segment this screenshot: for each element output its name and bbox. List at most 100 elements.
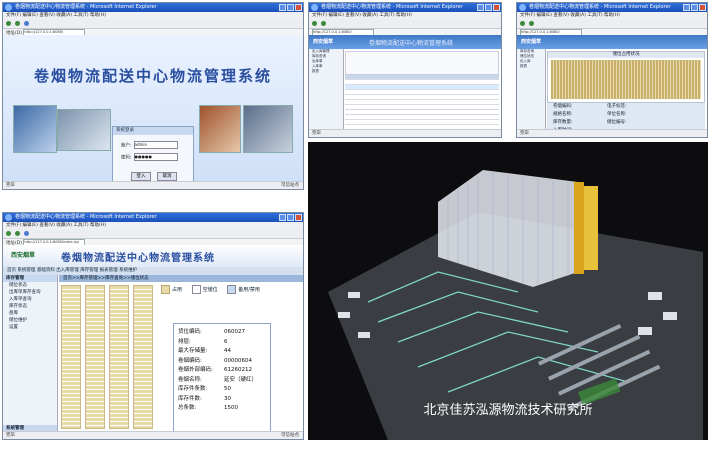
user-label: 账户:: [121, 143, 132, 149]
brand-logo: 西安烟草: [313, 39, 334, 45]
minimize-button[interactable]: [279, 214, 286, 221]
rack-column[interactable]: [61, 285, 81, 429]
warehouse-photo-2: [57, 109, 111, 151]
info-row: 卷烟编码: 电子标签:: [547, 103, 705, 111]
detail-value: 00000604: [224, 357, 252, 364]
forward-icon[interactable]: [15, 231, 20, 236]
info-label: 储位编号:: [607, 120, 627, 125]
maximize-button[interactable]: [485, 4, 492, 11]
info-label: 规格名称:: [553, 112, 573, 117]
menu-bar[interactable]: 文件(F) 编辑(E) 查看(V) 收藏(A) 工具(T) 帮助(H): [3, 12, 303, 19]
user-input[interactable]: admin: [133, 141, 178, 149]
legend-swatch-other: [227, 285, 237, 294]
status-bar: 完毕 可信站点: [3, 431, 303, 439]
maximize-button[interactable]: [287, 4, 294, 11]
info-label: 卷烟编码:: [553, 104, 573, 109]
login-box-title: 系统登录: [113, 127, 193, 135]
cancel-button[interactable]: 取消: [157, 172, 177, 181]
login-page: 卷烟物流配送中心物流管理系统 系统登录 账户: admin 密码: ●●●●● 登入…: [3, 35, 303, 184]
close-button[interactable]: [493, 4, 500, 11]
legend-occupied: 占用: [172, 287, 183, 293]
detail-label: 排层:: [178, 338, 191, 345]
window-title: 卷烟物流配送中心物流管理系统 - Microsoft Internet Expl…: [321, 4, 463, 10]
app-title: 卷烟物流配送中心物流管理系统: [61, 253, 215, 264]
tree-item[interactable]: 库存状态: [3, 303, 57, 310]
nav-tree: 出入库管理 库存查询 出库单 入库单 报表: [309, 49, 344, 130]
data-grid: [345, 75, 499, 125]
window-controls: [279, 214, 302, 221]
tree-item[interactable]: 报表: [517, 64, 545, 69]
minimize-button[interactable]: [683, 4, 690, 11]
brand-logo: 西安烟草: [521, 39, 542, 45]
maximize-button[interactable]: [691, 4, 698, 11]
detail-row: 总条数: 1500: [174, 404, 270, 414]
table-row[interactable]: [345, 120, 499, 125]
legend: 占用 空储位 备用/禁用: [161, 285, 260, 294]
close-button[interactable]: [295, 214, 302, 221]
tree-item[interactable]: 入库单查询: [3, 296, 57, 303]
detail-label: 总条数:: [178, 405, 197, 411]
warehouse-photo-4: [243, 105, 293, 153]
detail-row: 卷烟外部编码: 61260212: [174, 366, 270, 376]
detail-value: 30: [224, 395, 231, 402]
minimize-button[interactable]: [279, 4, 286, 11]
tree-item[interactable]: 报表: [309, 69, 343, 74]
detail-label: 卷烟外部编码:: [178, 367, 213, 373]
detail-value: 延安（硬红）: [224, 376, 258, 383]
detail-row: 库存件数: 30: [174, 395, 270, 405]
detail-value: 060027: [224, 329, 245, 335]
menu-bar[interactable]: 文件(F) 编辑(E) 查看(V) 收藏(A) 工具(T) 帮助(H): [3, 222, 303, 229]
detail-label: 卷烟编码:: [178, 357, 202, 364]
window-titlebar: 卷烟物流配送中心物流管理系统 - Microsoft Internet Expl…: [309, 3, 501, 12]
legend-swatch-occupied: [161, 285, 170, 294]
info-label: 单位名称:: [607, 112, 627, 117]
window-title: 卷烟物流配送中心物流管理系统 - Microsoft Internet Expl…: [15, 214, 157, 220]
tree-item[interactable]: 储位维护: [3, 317, 57, 324]
grid-window: 卷烟物流配送中心物流管理系统 - Microsoft Internet Expl…: [308, 2, 502, 138]
status-text: 完毕: [520, 131, 529, 136]
close-button[interactable]: [699, 4, 706, 11]
main-nav[interactable]: 首页 系统管理 基础资料 出入库管理 库存管理 报表管理 系统维护: [3, 267, 303, 275]
browser-toolbar: [309, 19, 501, 29]
tree-item[interactable]: 出库单库存查询: [3, 289, 57, 296]
legend-empty: 空储位: [202, 287, 218, 293]
rack-column[interactable]: [85, 285, 105, 429]
back-icon[interactable]: [6, 231, 11, 236]
back-icon[interactable]: [520, 21, 525, 26]
chart-bars[interactable]: [551, 60, 701, 99]
slot-details: 货位编码: 060027 排层: 6 最大存储量: 44 卷烟编码: 00000604 …: [173, 323, 271, 437]
back-icon[interactable]: [6, 21, 11, 26]
password-input[interactable]: ●●●●●: [133, 153, 178, 161]
user-row: 账户: admin: [121, 141, 178, 149]
legend-other: 备用/禁用: [238, 287, 260, 293]
window-titlebar: 卷烟物流配送中心物流管理系统 - Microsoft Internet Expl…: [517, 3, 707, 12]
close-button[interactable]: [295, 4, 302, 11]
render-illustration: [328, 170, 703, 440]
forward-icon[interactable]: [15, 21, 20, 26]
tree-item[interactable]: 储位状态: [3, 282, 57, 289]
forward-icon[interactable]: [321, 21, 326, 26]
maximize-button[interactable]: [287, 214, 294, 221]
menu-bar[interactable]: 文件(F) 编辑(E) 查看(V) 收藏(A) 工具(T) 帮助(H): [517, 12, 707, 19]
browser-toolbar: [517, 19, 707, 29]
rack-column[interactable]: [109, 285, 129, 429]
refresh-icon[interactable]: [24, 231, 29, 236]
detail-label: 库存件条数:: [178, 386, 208, 392]
window-controls: [279, 4, 302, 11]
refresh-icon[interactable]: [24, 21, 29, 26]
tree-item[interactable]: 盘库: [3, 310, 57, 317]
minimize-button[interactable]: [477, 4, 484, 11]
forward-icon[interactable]: [529, 21, 534, 26]
detail-row: 货位编码: 060027: [174, 328, 270, 338]
back-icon[interactable]: [312, 21, 317, 26]
ie-icon: [311, 4, 318, 11]
tree-item[interactable]: 设置: [3, 324, 57, 331]
menu-bar[interactable]: 文件(F) 编辑(E) 查看(V) 收藏(A) 工具(T) 帮助(H): [309, 12, 501, 19]
login-window: 卷烟物流配送中心物流管理系统 - Microsoft Internet Expl…: [2, 2, 304, 190]
tree-section[interactable]: 库存管理: [3, 275, 57, 282]
legend-swatch-empty: [191, 285, 201, 294]
password-label: 密码:: [121, 155, 132, 161]
rack-column[interactable]: [133, 285, 153, 429]
occupancy-chart: 储位占用状况: [547, 51, 705, 103]
login-button[interactable]: 登入: [131, 172, 151, 181]
